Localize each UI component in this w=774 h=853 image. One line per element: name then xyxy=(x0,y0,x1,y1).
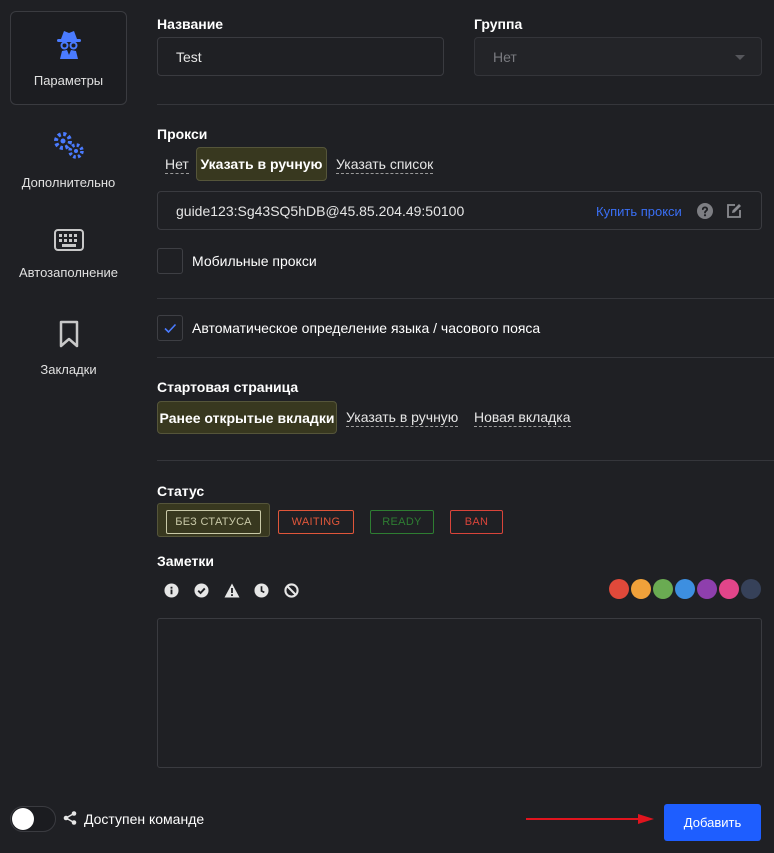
group-label: Группа xyxy=(474,16,523,32)
sidebar-item-autofill[interactable]: Автозаполнение xyxy=(10,207,127,301)
start-page-option-new-tab[interactable]: Новая вкладка xyxy=(474,409,571,427)
notes-textarea[interactable] xyxy=(157,618,762,768)
group-select[interactable]: Нет xyxy=(474,37,762,76)
toggle-knob xyxy=(12,808,34,830)
name-input[interactable]: Test xyxy=(157,37,444,76)
sidebar-item-label: Дополнительно xyxy=(21,174,116,190)
status-option-none[interactable]: БЕЗ СТАТУСА xyxy=(166,510,261,534)
divider xyxy=(157,460,774,461)
sidebar: Параметры Дополнительно Автозаполнение З… xyxy=(0,0,137,853)
group-value: Нет xyxy=(493,48,517,65)
proxy-option-list[interactable]: Указать список xyxy=(336,156,434,174)
color-swatch-navy[interactable] xyxy=(741,579,761,599)
color-swatch-blue[interactable] xyxy=(675,579,695,599)
name-value: Test xyxy=(176,48,202,65)
sidebar-item-bookmarks[interactable]: Закладки xyxy=(10,301,127,395)
color-swatch-orange[interactable] xyxy=(631,579,651,599)
red-arrow-annotation xyxy=(526,814,654,824)
proxy-value: guide123:Sg43SQ5hDB@45.85.204.49:50100 xyxy=(176,202,465,219)
mobile-proxy-checkbox[interactable] xyxy=(157,248,183,274)
status-option-waiting[interactable]: WAITING xyxy=(278,510,354,534)
chevron-down-icon xyxy=(735,55,745,60)
spy-icon xyxy=(56,30,81,59)
share-icon xyxy=(63,811,77,825)
sidebar-item-parameters[interactable]: Параметры xyxy=(10,11,127,105)
sidebar-item-label: Автозаполнение xyxy=(18,264,119,280)
color-swatch-pink[interactable] xyxy=(719,579,739,599)
sidebar-item-label: Закладки xyxy=(40,361,97,377)
sidebar-item-advanced[interactable]: Дополнительно xyxy=(10,113,127,207)
bookmark-icon xyxy=(59,320,78,347)
share-team-label: Доступен команде xyxy=(84,811,205,827)
start-page-label: Стартовая страница xyxy=(157,379,299,395)
divider xyxy=(157,357,774,358)
auto-language-label: Автоматическое определение языка / часов… xyxy=(192,320,541,336)
status-option-ban[interactable]: BAN xyxy=(450,510,503,534)
notes-label: Заметки xyxy=(157,553,214,569)
clock-icon[interactable] xyxy=(254,583,269,598)
divider xyxy=(157,298,774,299)
proxy-label: Прокси xyxy=(157,126,208,142)
gears-icon xyxy=(53,131,84,159)
help-icon[interactable] xyxy=(697,203,713,219)
sidebar-item-label: Параметры xyxy=(33,72,104,88)
share-team-toggle[interactable] xyxy=(10,806,56,832)
status-option-ready[interactable]: READY xyxy=(370,510,434,534)
color-swatch-green[interactable] xyxy=(653,579,673,599)
name-label: Название xyxy=(157,16,224,32)
divider xyxy=(157,104,774,105)
proxy-option-none[interactable]: Нет xyxy=(165,156,189,174)
start-page-option-manual[interactable]: Указать в ручную xyxy=(346,409,459,427)
start-page-option-previous-tabs[interactable]: Ранее открытые вкладки xyxy=(157,401,337,434)
proxy-option-manual[interactable]: Указать в ручную xyxy=(196,147,327,181)
edit-icon[interactable] xyxy=(726,203,742,219)
check-icon xyxy=(164,323,177,334)
add-button[interactable]: Добавить xyxy=(664,804,761,841)
buy-proxy-link[interactable]: Купить прокси xyxy=(596,204,682,219)
color-swatch-purple[interactable] xyxy=(697,579,717,599)
warning-icon[interactable] xyxy=(224,583,240,598)
info-icon[interactable] xyxy=(164,583,179,598)
status-label: Статус xyxy=(157,483,205,499)
auto-language-checkbox[interactable] xyxy=(157,315,183,341)
forbidden-icon[interactable] xyxy=(284,583,299,598)
keyboard-icon xyxy=(53,228,84,251)
color-swatch-red[interactable] xyxy=(609,579,629,599)
mobile-proxy-label: Мобильные прокси xyxy=(192,253,317,269)
check-circle-icon[interactable] xyxy=(194,583,209,598)
